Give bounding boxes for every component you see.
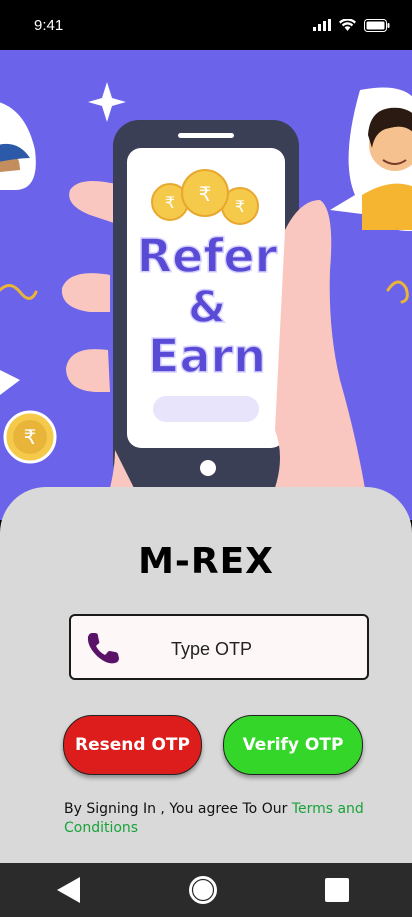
navigation-bar bbox=[0, 863, 412, 917]
svg-text:₹: ₹ bbox=[235, 197, 245, 216]
back-icon[interactable] bbox=[54, 875, 84, 905]
signal-icon bbox=[313, 19, 331, 31]
brand-title: M-REX bbox=[138, 541, 274, 582]
recents-icon[interactable] bbox=[322, 875, 352, 905]
battery-icon bbox=[364, 18, 390, 32]
terms-prefix: By Signing In , You agree To Our bbox=[64, 801, 292, 817]
ampersand-text: & bbox=[188, 282, 226, 333]
login-sheet: M-REX Resend OTP Verify OTP By Signing I… bbox=[0, 487, 412, 863]
terms-text: By Signing In , You agree To Our Terms a… bbox=[64, 800, 374, 838]
status-bar: 9:41 bbox=[0, 0, 412, 50]
phone-icon bbox=[87, 633, 119, 664]
refer-earn-banner: ₹ ₹ ₹ ₹ Refer & Earn bbox=[0, 50, 412, 520]
status-icons bbox=[313, 18, 390, 32]
svg-text:₹: ₹ bbox=[24, 425, 37, 449]
refer-text: Refer bbox=[137, 229, 278, 283]
svg-text:₹: ₹ bbox=[199, 182, 212, 206]
refer-earn-illustration: ₹ ₹ ₹ ₹ Refer & Earn bbox=[0, 50, 412, 520]
home-icon[interactable] bbox=[188, 875, 218, 905]
wifi-icon bbox=[339, 19, 356, 31]
status-time: 9:41 bbox=[34, 16, 64, 34]
otp-field[interactable] bbox=[69, 614, 369, 680]
verify-otp-button[interactable]: Verify OTP bbox=[223, 715, 363, 775]
resend-otp-button[interactable]: Resend OTP bbox=[63, 715, 202, 775]
otp-input[interactable] bbox=[169, 634, 353, 664]
earn-text: Earn bbox=[148, 329, 266, 383]
svg-text:₹: ₹ bbox=[165, 193, 175, 212]
